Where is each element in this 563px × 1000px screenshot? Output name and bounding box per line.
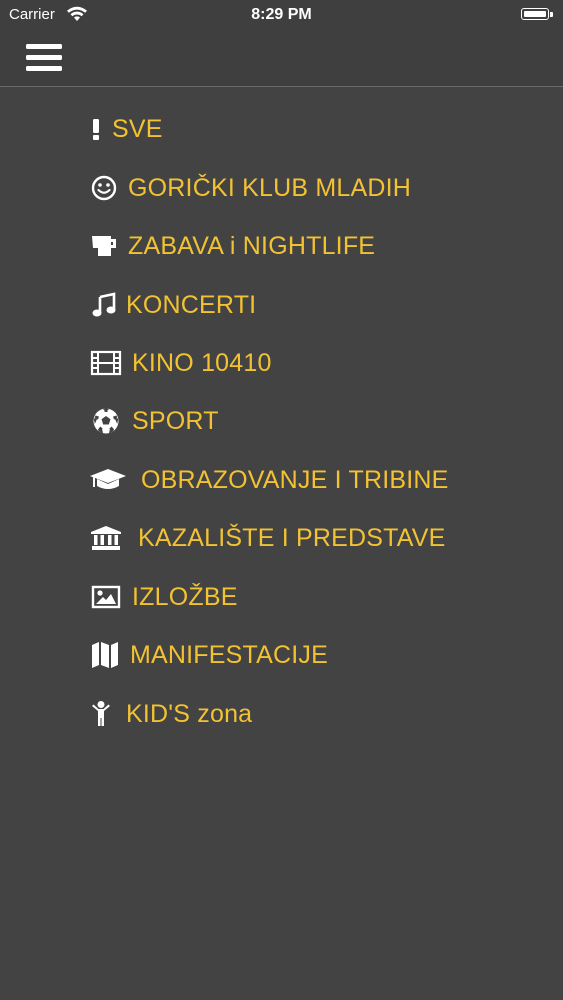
menu-item-sport[interactable]: SPORT xyxy=(88,401,219,441)
menu-item-label: SPORT xyxy=(132,406,219,435)
menu-item-sve[interactable]: SVE xyxy=(88,109,163,149)
menu-item-label: KINO 10410 xyxy=(132,348,272,377)
menu-item-kazaliste-predstave[interactable]: KAZALIŠTE I PREDSTAVE xyxy=(88,518,446,558)
menu-item-label: IZLOŽBE xyxy=(132,582,238,611)
soccer-ball-icon xyxy=(88,405,124,437)
clock: 8:29 PM xyxy=(251,6,312,23)
menu-item-koncerti[interactable]: KONCERTI xyxy=(88,285,256,325)
menu-item-label: SVE xyxy=(112,114,163,143)
menu-item-label: OBRAZOVANJE I TRIBINE xyxy=(141,465,449,494)
menu-item-goricki-klub-mladih[interactable]: GORIČKI KLUB MLADIH xyxy=(88,168,411,208)
child-icon xyxy=(88,698,114,730)
theater-building-icon xyxy=(88,522,124,554)
status-bar: Carrier 8:29 PM xyxy=(0,0,563,30)
menu-item-label: GORIČKI KLUB MLADIH xyxy=(128,173,412,202)
nav-bar xyxy=(0,30,563,87)
exclamation-icon xyxy=(88,113,104,145)
graduation-cap-icon xyxy=(88,464,128,496)
map-icon xyxy=(88,639,122,671)
picture-icon xyxy=(88,581,124,613)
menu-item-manifestacije[interactable]: MANIFESTACIJE xyxy=(88,635,328,675)
glass-icon xyxy=(88,230,120,262)
film-icon xyxy=(88,347,124,379)
battery-icon xyxy=(521,8,553,20)
menu-item-zabava-nightlife[interactable]: ZABAVA i NIGHTLIFE xyxy=(88,226,375,266)
menu-item-label: MANIFESTACIJE xyxy=(130,640,328,669)
hamburger-menu-icon xyxy=(26,44,62,71)
menu-item-kino[interactable]: KINO 10410 xyxy=(88,343,272,383)
menu-item-label: KAZALIŠTE I PREDSTAVE xyxy=(138,523,446,552)
music-note-icon xyxy=(88,289,120,321)
menu-item-label: KONCERTI xyxy=(126,290,257,319)
hamburger-menu-button[interactable] xyxy=(24,40,66,76)
menu-item-kids-zona[interactable]: KID'S zona xyxy=(88,694,252,734)
smiley-icon xyxy=(88,172,120,204)
menu-item-label: KID'S zona xyxy=(126,699,253,728)
menu-item-label: ZABAVA i NIGHTLIFE xyxy=(128,231,376,260)
menu-item-izlozbe[interactable]: IZLOŽBE xyxy=(88,577,238,617)
menu-item-obrazovanje-tribine[interactable]: OBRAZOVANJE I TRIBINE xyxy=(88,460,449,500)
